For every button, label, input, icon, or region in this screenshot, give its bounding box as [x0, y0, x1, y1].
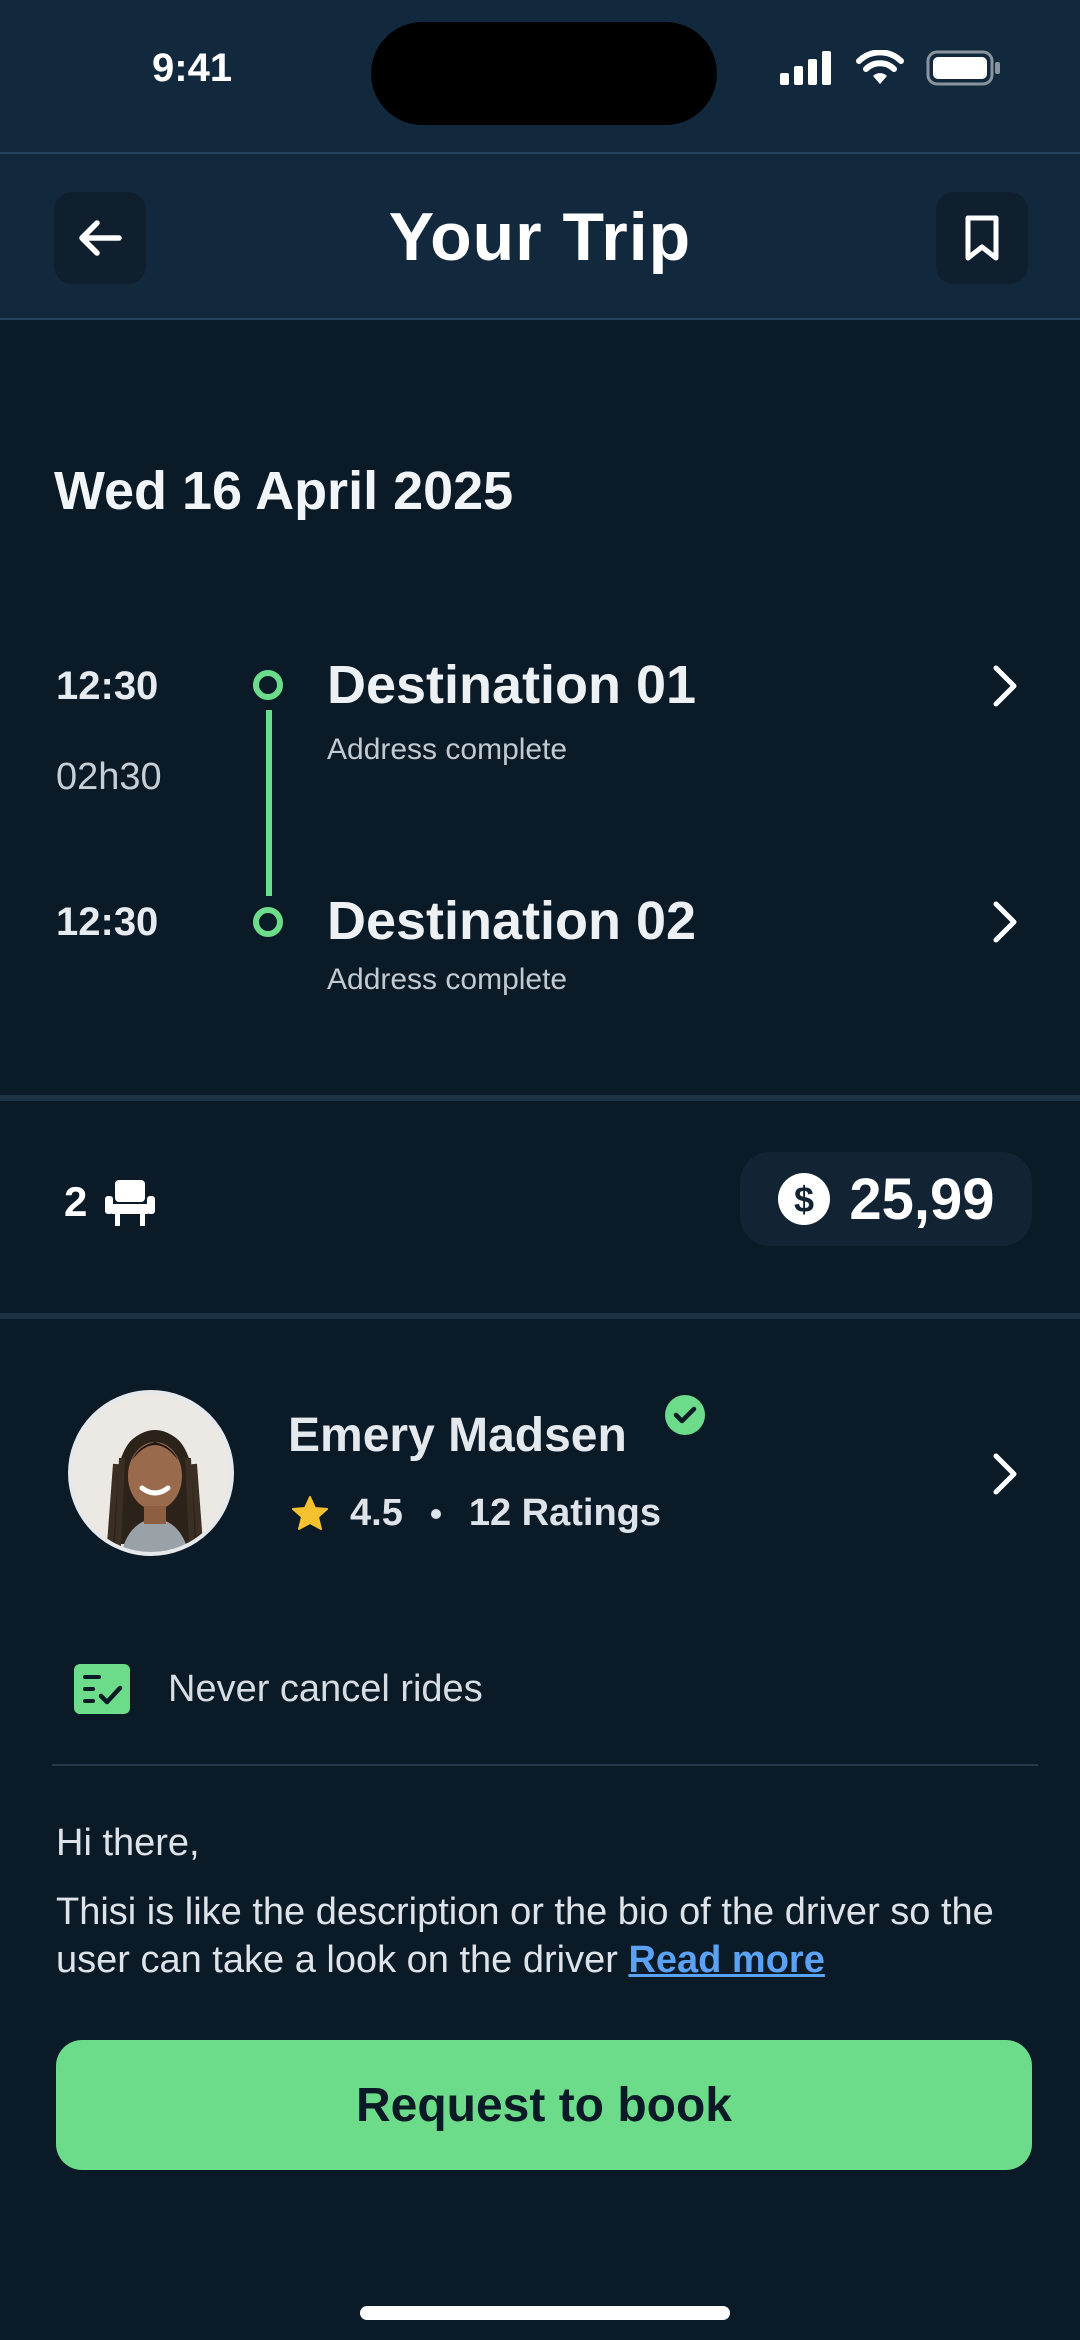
stop-address: Address complete	[327, 963, 568, 996]
request-to-book-button[interactable]: Request to book	[56, 2040, 1032, 2170]
seat-icon	[105, 1180, 156, 1226]
stop-address: Address complete	[327, 733, 568, 766]
checklist-icon	[74, 1664, 130, 1714]
rating-value: 4.5	[350, 1492, 403, 1534]
price-badge: $ 25,99	[740, 1152, 1032, 1246]
chevron-right-icon[interactable]	[986, 662, 1022, 710]
origin-dot	[253, 670, 283, 700]
divider	[52, 1764, 1038, 1766]
driver-avatar	[68, 1390, 234, 1556]
seats-info: 2	[64, 1176, 159, 1228]
stop-title: Destination 01	[327, 655, 697, 715]
chevron-right-icon[interactable]	[986, 898, 1022, 946]
driver-bio: Thisi is like the description or the bio…	[56, 1888, 1036, 1984]
dynamic-island	[371, 22, 717, 125]
chevron-right-icon[interactable]	[986, 1450, 1022, 1498]
status-bar: 9:41	[0, 0, 1080, 152]
battery-icon	[926, 50, 1000, 86]
departure-time: 12:30	[56, 664, 159, 708]
page-title: Your Trip	[388, 199, 692, 275]
home-indicator	[360, 2306, 730, 2320]
bio-greeting: Hi there,	[56, 1822, 200, 1864]
svg-text:$: $	[794, 1179, 814, 1220]
route-line	[266, 710, 272, 896]
arrival-time: 12:30	[56, 900, 159, 944]
badge-label: Never cancel rides	[168, 1667, 483, 1710]
bookmark-icon	[965, 215, 999, 261]
section-divider	[0, 1095, 1080, 1101]
separator-dot	[430, 1508, 441, 1519]
ratings-count: 12 Ratings	[468, 1492, 661, 1534]
bookmark-button[interactable]	[936, 192, 1028, 284]
star-icon	[292, 1495, 328, 1530]
read-more-link[interactable]: Read more	[628, 1939, 824, 1981]
dollar-icon: $	[778, 1173, 831, 1225]
wifi-icon	[856, 50, 904, 84]
driver-badge: Never cancel rides	[74, 1664, 483, 1714]
seat-count: 2	[64, 1178, 88, 1225]
bio-text: Thisi is like the description or the bio…	[56, 1891, 994, 1981]
destination-dot	[253, 907, 283, 937]
driver-name: Emery Madsen	[288, 1409, 627, 1462]
verified-badge-icon	[665, 1395, 705, 1435]
price-value: 25,99	[849, 1166, 995, 1232]
signal-icon	[780, 51, 831, 85]
stop-title: Destination 02	[327, 891, 697, 951]
app-header: Your Trip	[0, 152, 1080, 320]
status-time: 9:41	[152, 46, 233, 90]
status-icons	[780, 50, 1002, 86]
trip-date: Wed 16 April 2025	[54, 461, 514, 521]
section-divider	[0, 1313, 1080, 1319]
trip-duration: 02h30	[56, 756, 162, 798]
driver-rating: 4.5 12 Ratings	[290, 1492, 661, 1535]
